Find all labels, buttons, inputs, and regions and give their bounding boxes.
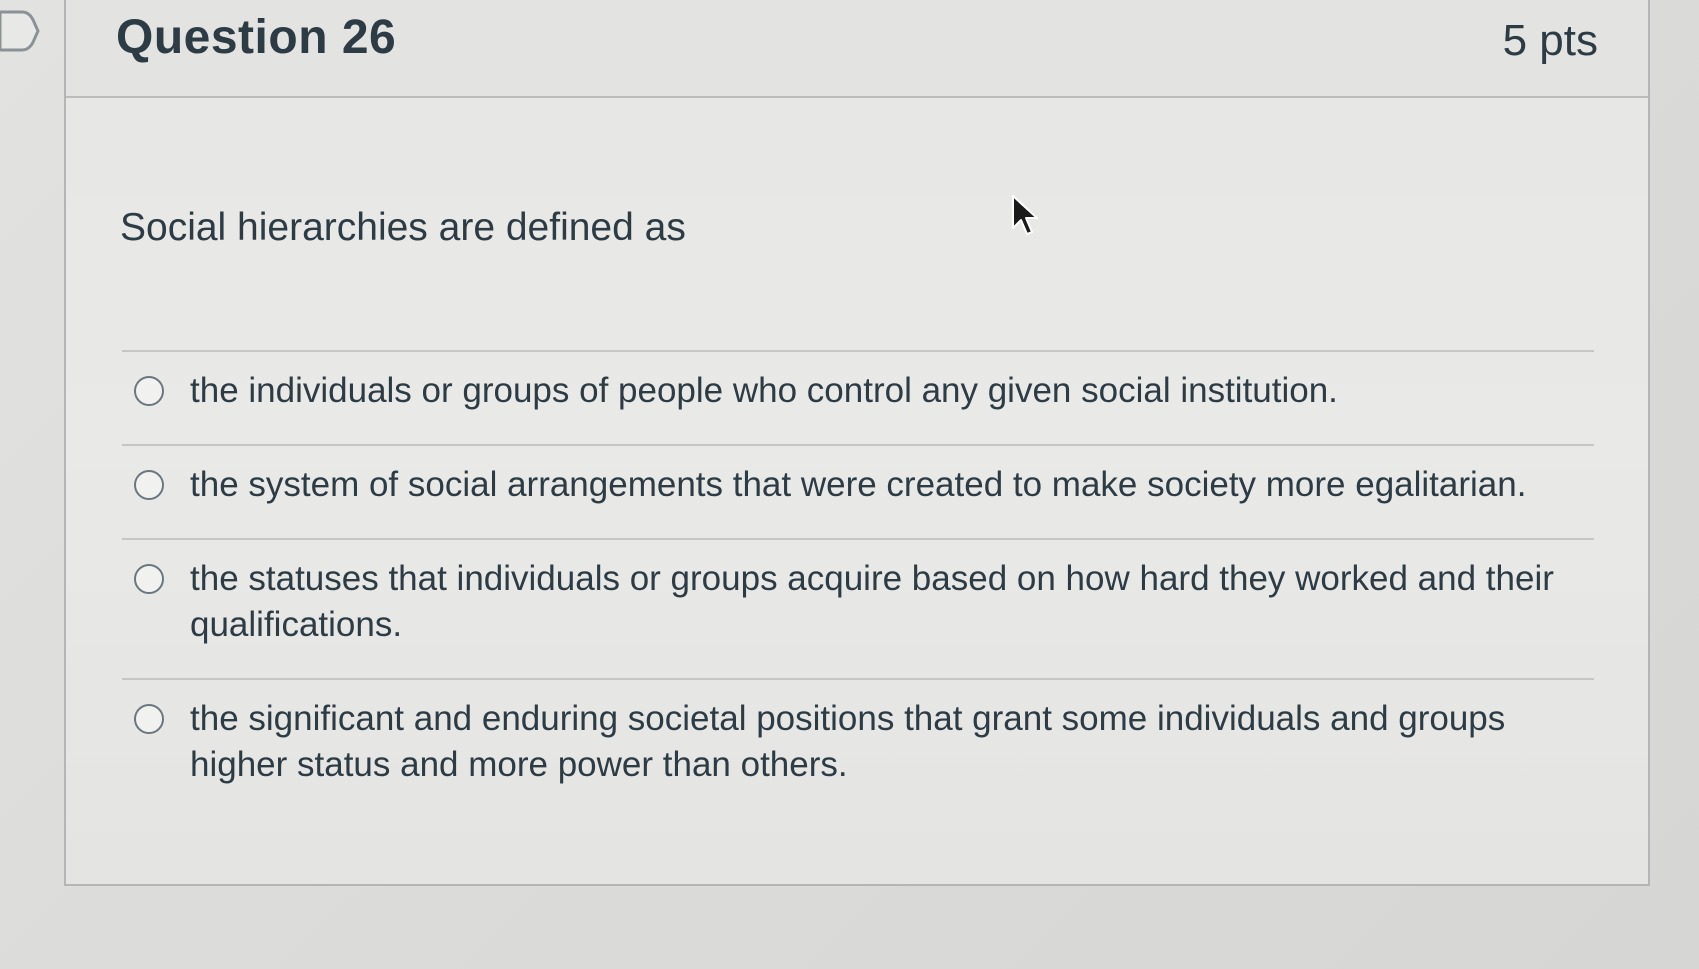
- question-text: Social hierarchies are defined as: [120, 206, 686, 249]
- question-card: Question 26 5 pts Social hierarchies are…: [64, 0, 1650, 886]
- mouse-pointer-icon: [1012, 195, 1038, 235]
- answer-label[interactable]: the significant and enduring societal po…: [190, 699, 1505, 784]
- answer-option[interactable]: the individuals or groups of people who …: [122, 350, 1594, 444]
- radio-button[interactable]: [134, 564, 164, 594]
- answer-list: the individuals or groups of people who …: [122, 350, 1594, 826]
- answer-option[interactable]: the statuses that individuals or groups …: [122, 538, 1594, 678]
- answer-label[interactable]: the statuses that individuals or groups …: [190, 559, 1554, 644]
- answer-label[interactable]: the system of social arrangements that w…: [190, 465, 1526, 504]
- question-header: Question 26 5 pts: [66, 0, 1648, 98]
- flag-icon[interactable]: [0, 8, 40, 54]
- answer-option[interactable]: the system of social arrangements that w…: [122, 444, 1594, 538]
- radio-button[interactable]: [134, 376, 164, 406]
- answer-option[interactable]: the significant and enduring societal po…: [122, 678, 1594, 826]
- radio-button[interactable]: [134, 704, 164, 734]
- question-title: Question 26: [116, 11, 397, 64]
- answer-label[interactable]: the individuals or groups of people who …: [190, 371, 1338, 410]
- question-points: 5 pts: [1502, 16, 1598, 65]
- radio-button[interactable]: [134, 470, 164, 500]
